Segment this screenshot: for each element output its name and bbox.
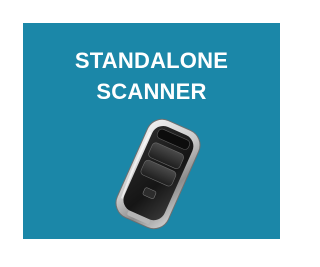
barcode-scanner-device-icon xyxy=(115,118,201,230)
tile-title: STANDALONE SCANNER xyxy=(23,45,280,107)
tile-title-line-2: SCANNER xyxy=(96,79,207,104)
tile-title-line-1: STANDALONE xyxy=(74,48,229,73)
standalone-scanner-tile[interactable]: STANDALONE SCANNER xyxy=(23,23,280,239)
